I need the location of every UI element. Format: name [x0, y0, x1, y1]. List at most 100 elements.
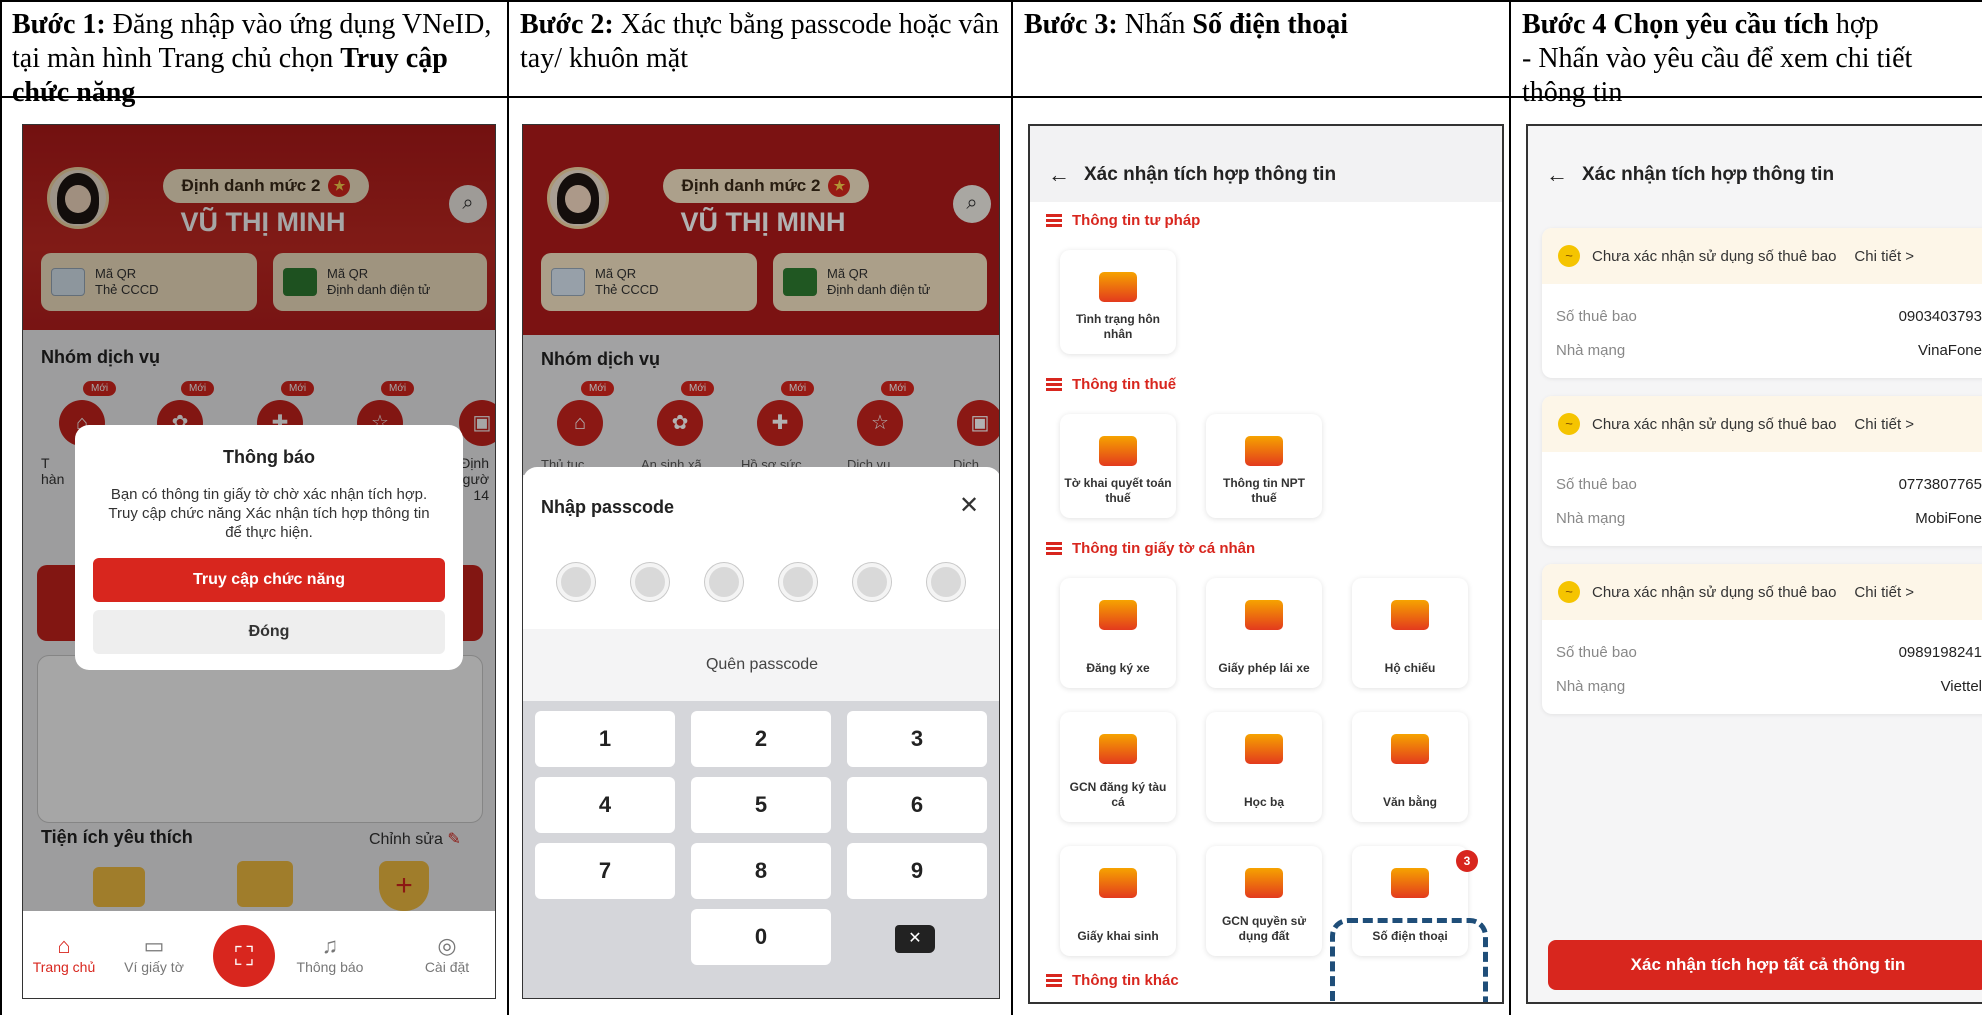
home-screen: Định danh mức 2 ★ VŨ THỊ MINH ⌕ Mã QR Thẻ … — [22, 124, 496, 999]
nav-home[interactable]: ⌂ Trang chủ — [29, 933, 99, 975]
carrier-value: Viettel — [1940, 678, 1982, 695]
table-col-divider-3 — [1509, 0, 1511, 1015]
step-4-caption: Bước 4 Chọn yêu cầu tích hợp - Nhấn vào y… — [1522, 9, 1913, 108]
passcode-dot — [557, 563, 595, 601]
card-birth-certificate[interactable]: Giấy khai sinh — [1060, 846, 1176, 956]
key-1[interactable]: 1 — [535, 711, 675, 767]
step-3-caption: Bước 3: Nhấn Số điện thoại — [1024, 9, 1348, 40]
back-arrow-icon[interactable]: ← — [1048, 162, 1070, 188]
passcode-dot — [631, 563, 669, 601]
passcode-dot — [705, 563, 743, 601]
subscriber-label: Số thuê bao — [1556, 644, 1637, 661]
table-col-divider-1 — [507, 0, 509, 1015]
modal-title: Thông báo — [223, 447, 315, 467]
key-3[interactable]: 3 — [847, 711, 987, 767]
pending-icon: ~ — [1558, 413, 1580, 435]
step-1-caption: Bước 1: Đăng nhập vào ứng dụng VNeID, tạ… — [12, 9, 492, 108]
detail-link[interactable]: Chi tiết > — [1854, 248, 1914, 265]
requests-screen: ← Xác nhận tích hợp thông tin ~ Chưa xác … — [1526, 124, 1982, 1004]
detail-link[interactable]: Chi tiết > — [1854, 584, 1914, 601]
passcode-dot — [779, 563, 817, 601]
card-school-record[interactable]: Học bạ — [1206, 712, 1322, 822]
request-card[interactable]: ~ Chưa xác nhận sử dụng số thuê bao Chi ti… — [1542, 396, 1982, 546]
nav-settings[interactable]: ◎ Cài đặt — [407, 933, 487, 975]
close-icon[interactable]: ✕ — [959, 491, 979, 520]
request-header: ~ Chưa xác nhận sử dụng số thuê bao Chi ti… — [1542, 396, 1982, 452]
key-4[interactable]: 4 — [535, 777, 675, 833]
nav-wallet[interactable]: ▭ Ví giấy tờ — [109, 933, 199, 975]
backspace-icon[interactable]: ✕ — [895, 925, 935, 953]
card-marital-status[interactable]: Tình trạng hôn nhân — [1060, 250, 1176, 354]
tutorial-table: Bước 1: Đăng nhập vào ứng dụng VNeID, tạ… — [0, 0, 1982, 1015]
table-border-top — [0, 0, 1982, 2]
section-tax: Thông tin thuế — [1046, 376, 1176, 393]
request-card[interactable]: ~ Chưa xác nhận sử dụng số thuê bao Chi ti… — [1542, 228, 1982, 378]
access-feature-button[interactable]: Truy cập chức năng — [93, 558, 445, 602]
modal-body: Bạn có thông tin giấy tờ chờ xác nhận tí… — [108, 486, 430, 541]
section-personal-docs: Thông tin giấy tờ cá nhân — [1046, 540, 1255, 557]
page-title: Xác nhận tích hợp thông tin — [1582, 164, 1835, 185]
back-arrow-icon[interactable]: ← — [1546, 162, 1568, 188]
carrier-value: MobiFone — [1915, 510, 1982, 527]
card-driving-license[interactable]: Giấy phép lái xe — [1206, 578, 1322, 688]
list-icon — [1046, 541, 1062, 556]
card-dependent-tax[interactable]: Thông tin NPT thuế — [1206, 414, 1322, 518]
subscriber-value: 0773807765 — [1898, 476, 1982, 493]
passcode-title: Nhập passcode — [541, 497, 675, 517]
detail-link[interactable]: Chi tiết > — [1854, 416, 1914, 433]
sheet-backdrop[interactable] — [523, 125, 999, 475]
nav-notifications[interactable]: ♫ Thông báo — [285, 933, 375, 975]
carrier-label: Nhà mạng — [1556, 678, 1626, 695]
card-tax-return[interactable]: Tờ khai quyết toán thuế — [1060, 414, 1176, 518]
confirm-all-button[interactable]: Xác nhận tích hợp tất cả thông tin — [1548, 940, 1982, 990]
notice-modal: Thông báo Bạn có thông tin giấy tờ chờ x… — [75, 425, 463, 670]
key-5[interactable]: 5 — [691, 777, 831, 833]
table-col-divider-2 — [1011, 0, 1013, 1015]
card-vehicle-registration[interactable]: Đăng ký xe — [1060, 578, 1176, 688]
passcode-screen: Định danh mức 2 ★ VŨ THỊ MINH ⌕ Mã QR Thẻ … — [522, 124, 1000, 999]
list-icon — [1046, 973, 1062, 988]
forgot-passcode-link[interactable]: Quên passcode — [523, 629, 999, 701]
card-diploma[interactable]: Văn bằng — [1352, 712, 1468, 822]
request-header: ~ Chưa xác nhận sử dụng số thuê bao Chi ti… — [1542, 564, 1982, 620]
card-fishing-vessel[interactable]: GCN đăng ký tàu cá — [1060, 712, 1176, 822]
gear-icon: ◎ — [437, 933, 457, 958]
highlight-frame — [1330, 918, 1488, 1002]
key-7[interactable]: 7 — [535, 843, 675, 899]
page-title: Xác nhận tích hợp thông tin — [1084, 164, 1337, 185]
key-8[interactable]: 8 — [691, 843, 831, 899]
section-judicial: Thông tin tư pháp — [1046, 212, 1200, 229]
request-header: ~ Chưa xác nhận sử dụng số thuê bao Chi ti… — [1542, 228, 1982, 284]
subscriber-value: 0903403793 — [1898, 308, 1982, 325]
key-9[interactable]: 9 — [847, 843, 987, 899]
bell-icon: ♫ — [321, 933, 339, 958]
list-icon — [1046, 377, 1062, 392]
passcode-dot — [927, 563, 965, 601]
list-icon — [1046, 213, 1062, 228]
section-other: Thông tin khác — [1046, 972, 1179, 989]
scan-button[interactable]: ⛶ — [213, 925, 275, 987]
carrier-value: VinaFone — [1918, 342, 1982, 359]
pending-icon: ~ — [1558, 245, 1580, 267]
passcode-dot — [853, 563, 891, 601]
key-6[interactable]: 6 — [847, 777, 987, 833]
key-2[interactable]: 2 — [691, 711, 831, 767]
card-land-use[interactable]: GCN quyền sử dụng đất — [1206, 846, 1322, 956]
integration-screen: ← Xác nhận tích hợp thông tin Thông tin … — [1028, 124, 1504, 1004]
carrier-label: Nhà mạng — [1556, 342, 1626, 359]
close-button[interactable]: Đóng — [93, 610, 445, 654]
subscriber-value: 0989198241 — [1898, 644, 1982, 661]
wallet-icon: ▭ — [143, 933, 165, 958]
card-passport[interactable]: Hộ chiếu — [1352, 578, 1468, 688]
pending-icon: ~ — [1558, 581, 1580, 603]
bottom-nav: ⌂ Trang chủ ▭ Ví giấy tờ ⛶ ♫ Thông báo ◎ Cài… — [23, 911, 495, 998]
passcode-sheet: Nhập passcode ✕ Quên passcode 1 2 3 4 5 … — [523, 467, 999, 998]
subscriber-label: Số thuê bao — [1556, 308, 1637, 325]
request-card[interactable]: ~ Chưa xác nhận sử dụng số thuê bao Chi ti… — [1542, 564, 1982, 714]
key-0[interactable]: 0 — [691, 909, 831, 965]
home-icon: ⌂ — [57, 933, 71, 958]
table-border-left — [0, 0, 2, 1015]
subscriber-label: Số thuê bao — [1556, 476, 1637, 493]
carrier-label: Nhà mạng — [1556, 510, 1626, 527]
count-badge: 3 — [1456, 850, 1478, 872]
